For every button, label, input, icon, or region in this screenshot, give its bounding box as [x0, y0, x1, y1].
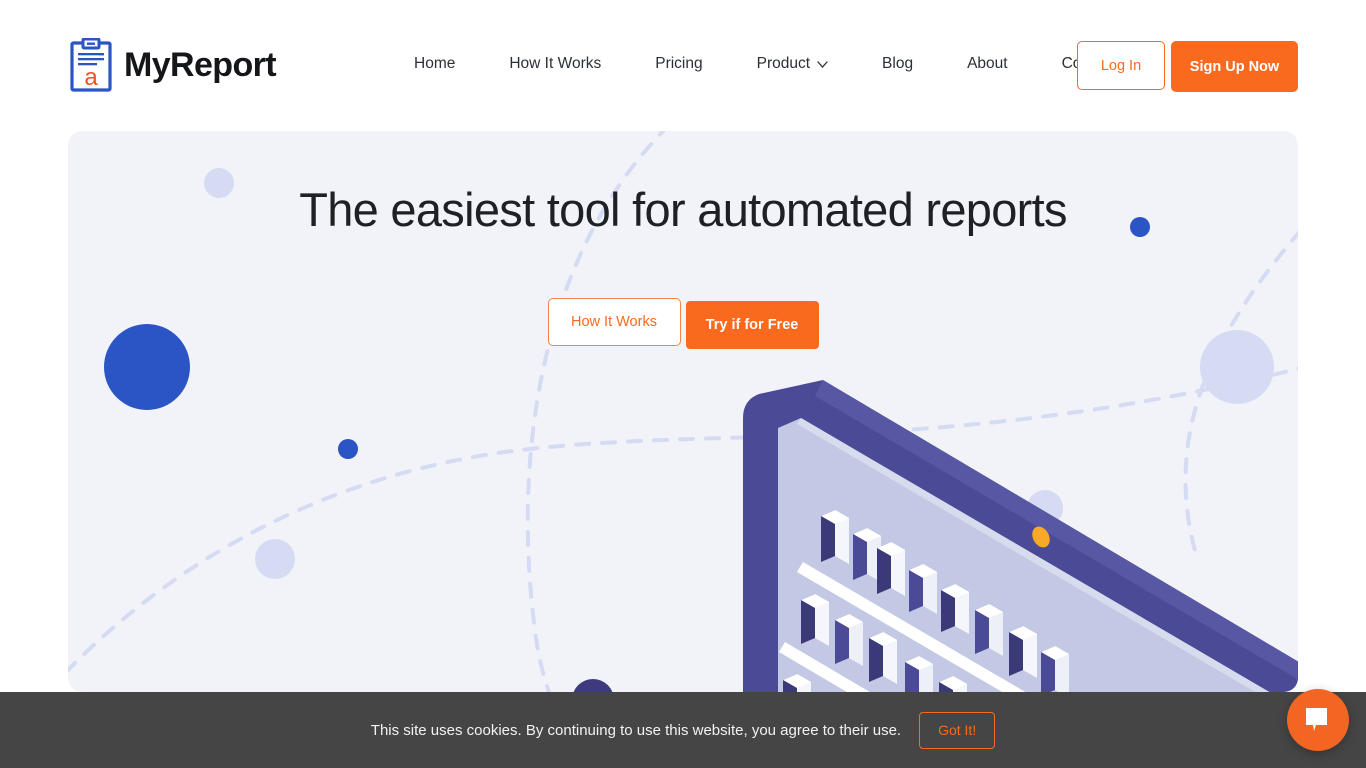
chat-widget-button[interactable] [1287, 689, 1349, 751]
nav-label: How It Works [509, 55, 602, 72]
how-it-works-button[interactable]: How It Works [547, 298, 681, 346]
nav-label: Pricing [655, 55, 703, 72]
hero-illustration [723, 380, 1298, 692]
brand-logo[interactable]: a MyReport [70, 38, 277, 92]
nav-label: About [967, 55, 1008, 72]
main-navigation: Home How It Works Pricing Product Blog A… [404, 52, 1142, 76]
nav-label: Blog [882, 55, 914, 72]
hero-section: The easiest tool for automated reports H… [68, 131, 1298, 692]
nav-item-how-it-works[interactable]: How It Works [482, 52, 628, 76]
landing-page: a MyReport Home How It Works Pricing Pro… [0, 0, 1366, 768]
try-for-free-button[interactable]: Try if for Free [685, 301, 819, 349]
cookie-message: This site uses cookies. By continuing to… [370, 721, 902, 739]
nav-label: Home [414, 55, 456, 72]
nav-item-pricing[interactable]: Pricing [628, 52, 729, 76]
hero-title: The easiest tool for automated reports [299, 183, 1067, 236]
cookie-banner: This site uses cookies. By continuing to… [0, 692, 1366, 768]
svg-text:a: a [84, 64, 98, 91]
cookie-accept-button[interactable]: Got It! [919, 711, 996, 749]
nav-item-home[interactable]: Home [404, 52, 482, 76]
brand-name: MyReport [124, 46, 277, 84]
signup-button[interactable]: Sign Up Now [1171, 41, 1298, 92]
nav-item-blog[interactable]: Blog [855, 52, 940, 76]
site-header: a MyReport Home How It Works Pricing Pro… [0, 0, 1366, 131]
nav-item-about[interactable]: About [940, 52, 1035, 76]
login-button[interactable]: Log In [1077, 41, 1165, 90]
hero-cta-group: How It Works Try if for Free [68, 298, 1298, 349]
nav-item-product[interactable]: Product [730, 52, 855, 76]
nav-label: Product [756, 55, 811, 72]
chat-bubble-icon [1303, 705, 1333, 735]
chevron-down-icon [817, 60, 828, 68]
header-actions: Log In Sign Up Now [1077, 41, 1298, 92]
clipboard-icon: a [70, 38, 112, 92]
